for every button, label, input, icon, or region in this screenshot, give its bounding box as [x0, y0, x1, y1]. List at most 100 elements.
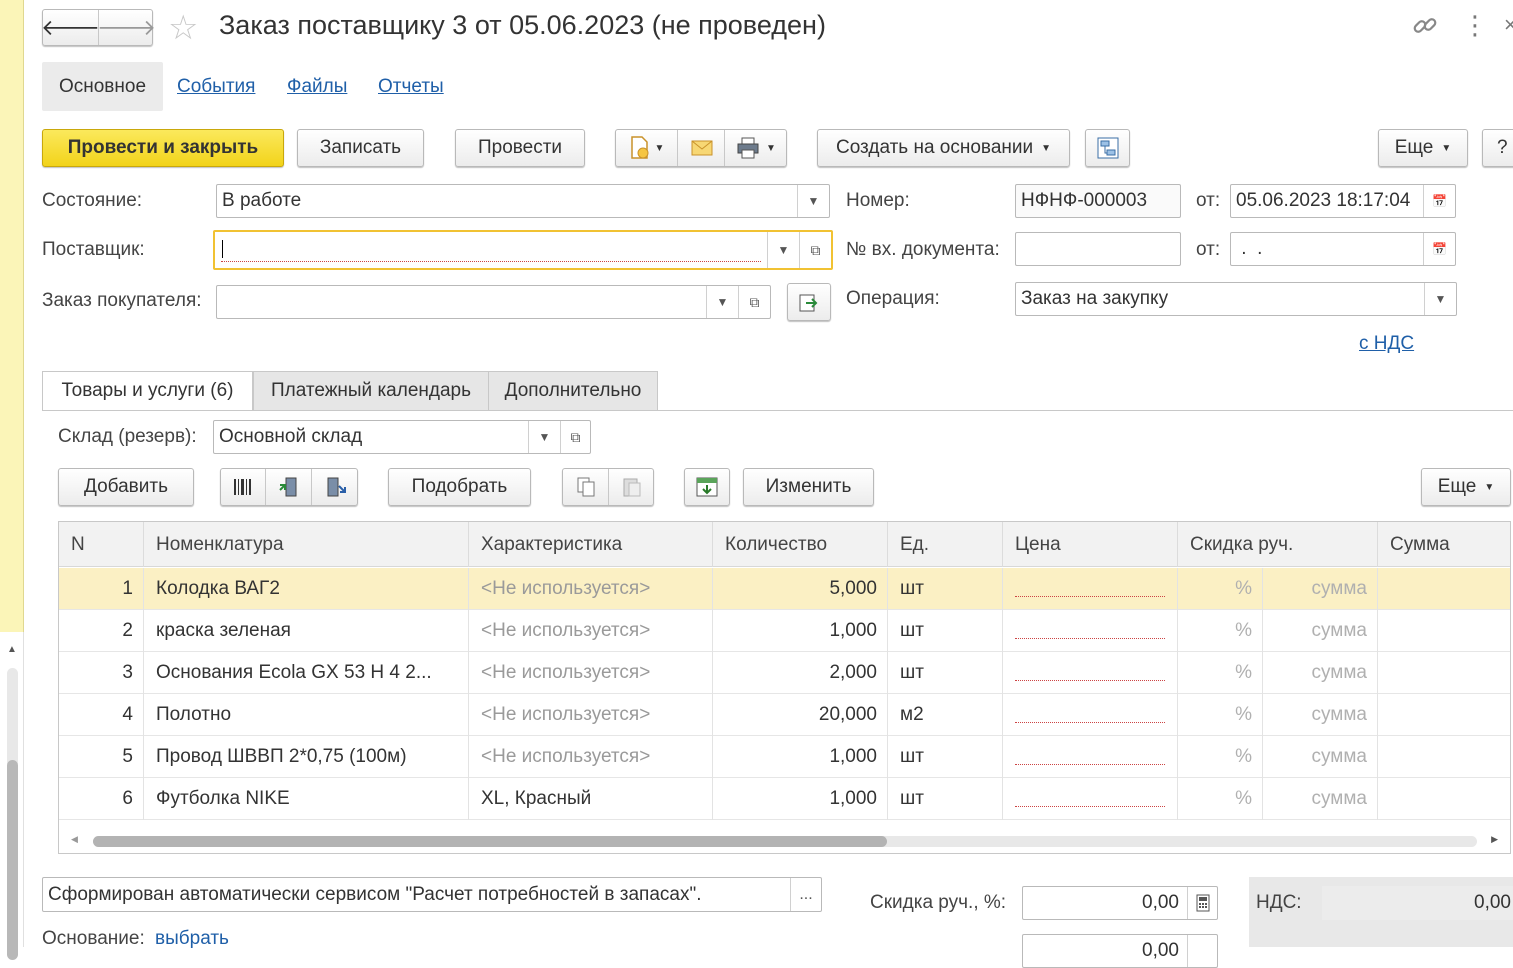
cell-price[interactable] — [1003, 610, 1178, 652]
fill-table-icon[interactable] — [684, 468, 730, 506]
cell-unit[interactable]: м2 — [888, 694, 1003, 736]
table-row[interactable]: 5 Провод ШВВП 2*0,75 (100м) <Не использует… — [59, 736, 1510, 778]
incoming-doc-input[interactable] — [1015, 232, 1181, 266]
cell-discount-sum[interactable]: сумма — [1263, 736, 1378, 778]
pick-button[interactable]: Подобрать — [388, 468, 531, 506]
table-row[interactable]: 4 Полотно <Не используется> 20,000 м2% сумма — [59, 694, 1510, 736]
cell-item[interactable]: Провод ШВВП 2*0,75 (100м) — [144, 736, 469, 778]
cell-sum[interactable] — [1378, 778, 1510, 820]
cell-characteristic[interactable]: XL, Красный — [469, 778, 713, 820]
cell-n[interactable]: 1 — [59, 568, 144, 610]
goods-table[interactable]: N Номенклатура Характеристика Количество… — [58, 521, 1511, 854]
vat-link[interactable]: с НДС — [1359, 333, 1414, 355]
column-header-n[interactable]: N — [59, 522, 144, 567]
cell-quantity[interactable]: 20,000 — [713, 694, 888, 736]
terminal-upload-icon[interactable] — [267, 469, 312, 505]
link-icon[interactable] — [1411, 12, 1439, 47]
scroll-up-icon[interactable]: ▲ — [7, 644, 17, 655]
tab-files[interactable]: Файлы — [287, 76, 347, 98]
add-row-button[interactable]: Добавить — [58, 468, 194, 506]
calendar-icon[interactable]: 📅 — [1423, 233, 1455, 265]
tab-main[interactable]: Основное — [42, 62, 163, 111]
cell-n[interactable]: 3 — [59, 652, 144, 694]
cell-discount-sum[interactable]: сумма — [1263, 610, 1378, 652]
cell-characteristic[interactable]: <Не используется> — [469, 694, 713, 736]
table-row[interactable]: 6 Футболка NIKE XL, Красный 1,000 шт% сумма — [59, 778, 1510, 820]
column-header-quantity[interactable]: Количество — [713, 522, 888, 567]
cell-discount-percent[interactable]: % — [1178, 736, 1263, 778]
column-header-sum[interactable]: Сумма — [1378, 522, 1510, 567]
cell-item[interactable]: Колодка ВАГ2 — [144, 568, 469, 610]
column-header-discount[interactable]: Скидка руч. — [1178, 522, 1378, 567]
column-header-unit[interactable]: Ед. — [888, 522, 1003, 567]
arrow-right-icon[interactable]: 🡒 — [97, 10, 156, 45]
barcode-icon[interactable] — [221, 469, 266, 505]
fill-from-order-icon[interactable] — [787, 283, 831, 321]
cell-discount-percent[interactable]: % — [1178, 694, 1263, 736]
post-and-close-button[interactable]: Провести и закрыть — [42, 129, 284, 167]
calendar-icon[interactable]: 📅 — [1423, 185, 1455, 217]
terminal-download-icon[interactable] — [313, 469, 358, 505]
post-button[interactable]: Провести — [455, 129, 585, 167]
cell-characteristic[interactable]: <Не используется> — [469, 736, 713, 778]
structure-icon[interactable] — [1085, 129, 1130, 167]
cell-price[interactable] — [1003, 694, 1178, 736]
scroll-left-icon[interactable]: ◀ — [71, 834, 78, 845]
scrollbar-thumb[interactable] — [93, 836, 887, 847]
column-header-characteristic[interactable]: Характеристика — [469, 522, 713, 567]
table-row[interactable]: 3 Основания Ecola GX 53 H 4 2... <Не испол… — [59, 652, 1510, 694]
cell-price[interactable] — [1003, 652, 1178, 694]
cell-quantity[interactable]: 1,000 — [713, 736, 888, 778]
cell-characteristic[interactable]: <Не используется> — [469, 610, 713, 652]
calculator-icon[interactable] — [1187, 935, 1217, 967]
cell-item[interactable]: Полотно — [144, 694, 469, 736]
discount-input[interactable]: 0,00 — [1022, 886, 1218, 920]
tab-events[interactable]: События — [177, 76, 255, 98]
open-icon[interactable]: ⧉ — [799, 232, 831, 268]
cell-discount-percent[interactable]: % — [1178, 568, 1263, 610]
comment-expand-button[interactable]: ... — [790, 878, 821, 911]
cell-n[interactable]: 5 — [59, 736, 144, 778]
number-field[interactable]: НФНФ-000003 — [1015, 184, 1181, 218]
cell-discount-percent[interactable]: % — [1178, 652, 1263, 694]
calculator-icon[interactable] — [1187, 887, 1217, 919]
cell-discount-sum[interactable]: сумма — [1263, 778, 1378, 820]
operation-select[interactable]: Заказ на закупку ▼ — [1015, 282, 1457, 316]
tab-payment-calendar[interactable]: Платежный календарь — [253, 371, 489, 411]
create-based-on-button[interactable]: Создать на основании ▼ — [817, 129, 1070, 167]
cell-discount-percent[interactable]: % — [1178, 778, 1263, 820]
save-button[interactable]: Записать — [297, 129, 424, 167]
cell-discount-sum[interactable]: сумма — [1263, 694, 1378, 736]
envelope-icon[interactable] — [679, 130, 725, 166]
customer-order-input[interactable]: ▼ ⧉ — [216, 285, 771, 319]
table-row[interactable]: 1 Колодка ВАГ2 <Не используется> 5,000 шт% су… — [59, 568, 1510, 610]
cell-sum[interactable] — [1378, 736, 1510, 778]
cell-discount-percent[interactable]: % — [1178, 610, 1263, 652]
help-button[interactable]: ? — [1482, 129, 1513, 167]
cell-quantity[interactable]: 1,000 — [713, 610, 888, 652]
cell-unit[interactable]: шт — [888, 610, 1003, 652]
scroll-right-icon[interactable]: ▶ — [1491, 834, 1498, 845]
column-header-price[interactable]: Цена — [1003, 522, 1178, 567]
document-create-icon[interactable]: ▼ — [616, 130, 678, 166]
cell-characteristic[interactable]: <Не используется> — [469, 568, 713, 610]
discount-sum-input[interactable]: 0,00 — [1022, 934, 1218, 968]
cell-price[interactable] — [1003, 568, 1178, 610]
state-select[interactable]: В работе ▼ — [216, 184, 830, 218]
cell-sum[interactable] — [1378, 568, 1510, 610]
date-field[interactable]: 05.06.2023 18:17:04 📅 — [1230, 184, 1456, 218]
paste-icon[interactable] — [610, 469, 654, 505]
table-row[interactable]: 2 краска зеленая <Не используется> 1,000 шт%… — [59, 610, 1510, 652]
open-icon[interactable]: ⧉ — [560, 421, 590, 453]
copy-icon[interactable] — [563, 469, 609, 505]
dropdown-arrow-icon[interactable]: ▼ — [1424, 283, 1456, 315]
dropdown-arrow-icon[interactable]: ▼ — [706, 286, 738, 318]
supplier-input[interactable]: ▼ ⧉ — [213, 230, 833, 270]
dropdown-arrow-icon[interactable]: ▼ — [797, 185, 829, 217]
cell-sum[interactable] — [1378, 610, 1510, 652]
table-more-button[interactable]: Еще ▼ — [1421, 468, 1511, 506]
comment-input[interactable]: Сформирован автоматически сервисом "Расч… — [42, 877, 822, 912]
cell-discount-sum[interactable]: сумма — [1263, 568, 1378, 610]
cell-n[interactable]: 6 — [59, 778, 144, 820]
cell-price[interactable] — [1003, 778, 1178, 820]
